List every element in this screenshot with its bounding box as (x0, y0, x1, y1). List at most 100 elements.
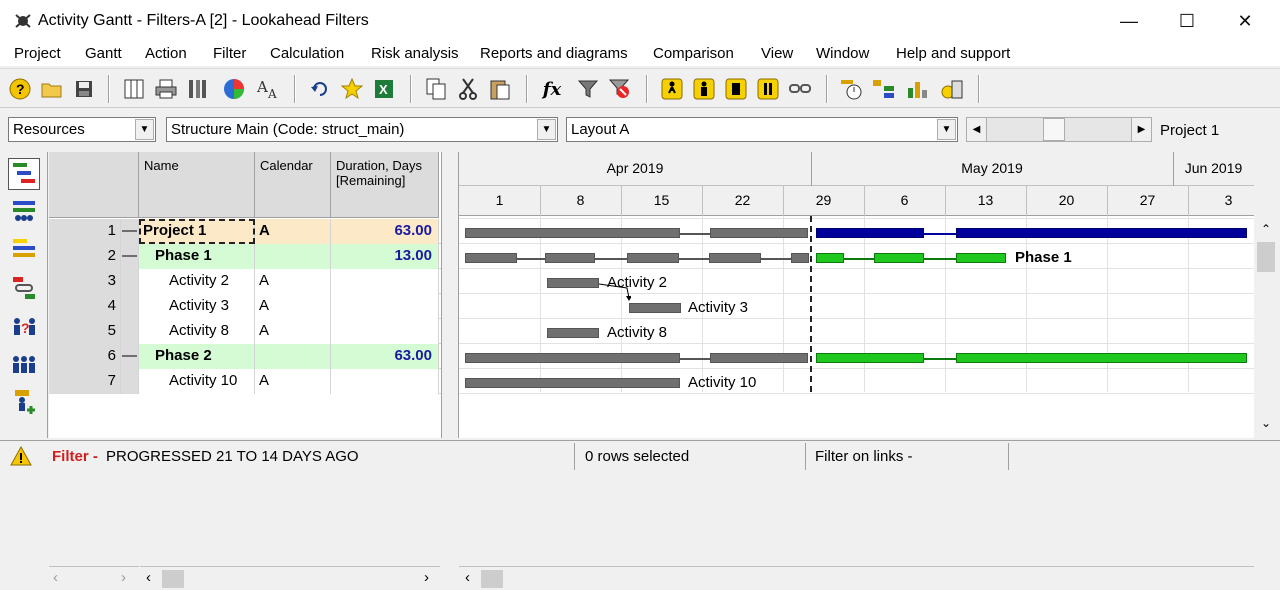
copy-icon[interactable] (424, 77, 448, 101)
help-icon[interactable]: ? (8, 77, 32, 101)
scroll-thumb[interactable] (1043, 118, 1065, 141)
row-duration[interactable]: 63.00 (331, 344, 439, 369)
scroll-thumb[interactable] (481, 570, 503, 588)
table-row[interactable]: 5 Activity 8A (49, 319, 441, 344)
row-name[interactable]: Phase 1 (139, 244, 255, 269)
menu-action[interactable]: Action (145, 45, 187, 62)
gantt-bar-phase2-remaining[interactable] (816, 353, 924, 363)
gantt-bar-phase1-remaining[interactable] (874, 253, 924, 263)
gantt-bar-phase2-remaining[interactable] (956, 353, 1247, 363)
row-duration[interactable]: 63.00 (331, 219, 439, 244)
gantt-bar-project-remaining-1[interactable] (816, 228, 924, 238)
row-name[interactable]: Activity 3 (139, 294, 255, 319)
row-collapse-toggle[interactable]: — (121, 344, 139, 369)
gantt-bar-phase1-remaining[interactable] (956, 253, 1006, 263)
resource-question-icon[interactable]: ? (8, 310, 40, 342)
gantt-bar-phase1-progress[interactable] (465, 253, 517, 263)
schedule-icon[interactable] (840, 77, 864, 101)
scroll-left-icon[interactable]: ‹ (53, 569, 58, 586)
grid-hscroll[interactable]: ‹ › (140, 566, 440, 590)
row-collapse-toggle[interactable] (121, 369, 139, 394)
scroll-right-icon[interactable]: › (424, 569, 429, 586)
row-calendar[interactable] (255, 244, 331, 269)
gantt-bar-project-progress-1[interactable] (465, 228, 680, 238)
resource-view-icon[interactable] (8, 196, 40, 228)
row-duration[interactable] (331, 369, 439, 394)
row-number[interactable]: 7 (49, 369, 121, 394)
clear-filter-icon[interactable] (608, 77, 632, 101)
gantt-bar-activity-10[interactable] (465, 378, 680, 388)
grid-hscroll-left[interactable]: ‹ › (49, 566, 139, 590)
row-name[interactable]: Phase 2 (139, 344, 255, 369)
gantt-vscroll[interactable]: ⌃ ⌄ (1254, 218, 1280, 438)
row-calendar[interactable]: A (255, 319, 331, 344)
row-number[interactable]: 3 (49, 269, 121, 294)
undo-icon[interactable] (308, 77, 332, 101)
row-collapse-toggle[interactable] (121, 319, 139, 344)
paste-icon[interactable] (488, 77, 512, 101)
row-collapse-toggle[interactable]: — (121, 219, 139, 244)
save-icon[interactable] (72, 77, 96, 101)
cost-icon[interactable] (940, 77, 964, 101)
row-name[interactable]: Activity 10 (139, 369, 255, 394)
table-row[interactable]: 2— Phase 1 13.00 (49, 244, 441, 269)
table-icon[interactable] (122, 77, 146, 101)
scroll-left-icon[interactable]: ‹ (465, 569, 470, 586)
hierarchy-icon[interactable] (872, 77, 896, 101)
duration-column-header[interactable]: Duration, Days [Remaining] (331, 152, 439, 218)
row-calendar[interactable] (255, 344, 331, 369)
row-duration[interactable]: 13.00 (331, 244, 439, 269)
tools-icon[interactable] (186, 77, 210, 101)
resource-chart-icon[interactable] (906, 77, 930, 101)
gantt-bar-phase1-progress[interactable] (709, 253, 761, 263)
scroll-up-icon[interactable]: ⌃ (1261, 222, 1271, 236)
excel-icon[interactable]: X (372, 77, 396, 101)
gantt-bar-phase1-progress[interactable] (791, 253, 809, 263)
menu-help[interactable]: Help and support (896, 45, 1010, 62)
table-row[interactable]: 3 Activity 2A (49, 269, 441, 294)
project-scrollbar[interactable]: ◀ ▶ (966, 117, 1152, 142)
gantt-bar-phase2-progress[interactable] (465, 353, 680, 363)
row-number[interactable]: 2 (49, 244, 121, 269)
row-name[interactable]: Activity 8 (139, 319, 255, 344)
function-icon[interactable]: fx (540, 77, 564, 101)
row-number[interactable]: 5 (49, 319, 121, 344)
scroll-right-icon[interactable]: ▶ (1131, 118, 1151, 141)
gantt-view-icon[interactable] (8, 158, 40, 190)
gantt-bar-phase1-progress[interactable] (545, 253, 595, 263)
row-name[interactable]: Project 1 (139, 219, 255, 244)
menu-reports[interactable]: Reports and diagrams (480, 45, 628, 62)
maximize-button[interactable]: ☐ (1160, 0, 1214, 42)
row-collapse-toggle[interactable]: — (121, 244, 139, 269)
pane-splitter[interactable] (441, 152, 459, 438)
layout-dropdown[interactable]: Layout A ▼ (566, 117, 958, 142)
row-name[interactable]: Activity 2 (139, 269, 255, 294)
cut-icon[interactable] (456, 77, 480, 101)
person-pause-icon[interactable] (724, 77, 748, 101)
filter-icon[interactable] (576, 77, 600, 101)
row-duration[interactable] (331, 294, 439, 319)
scroll-down-icon[interactable]: ⌄ (1261, 416, 1271, 430)
menu-filter[interactable]: Filter (213, 45, 246, 62)
table-row[interactable]: 7 Activity 10 A (49, 369, 441, 394)
row-number[interactable]: 4 (49, 294, 121, 319)
table-row[interactable]: 4 Activity 3A (49, 294, 441, 319)
gantt-bar-project-progress-2[interactable] (710, 228, 808, 238)
row-number[interactable]: 1 (49, 219, 121, 244)
menu-gantt[interactable]: Gantt (85, 45, 122, 62)
menu-view[interactable]: View (761, 45, 793, 62)
structure-dropdown[interactable]: Structure Main (Code: struct_main) ▼ (166, 117, 558, 142)
star-icon[interactable] (340, 77, 364, 101)
row-calendar[interactable]: A (255, 294, 331, 319)
chevron-down-icon[interactable]: ▼ (937, 119, 956, 140)
schedule-table-icon[interactable] (8, 234, 40, 266)
minimize-button[interactable]: — (1102, 0, 1156, 42)
gantt-bar-activity-2[interactable] (547, 278, 599, 288)
row-calendar[interactable]: A (255, 219, 331, 244)
calendar-column-header[interactable]: Calendar (255, 152, 331, 218)
row-calendar[interactable]: A (255, 269, 331, 294)
row-collapse-toggle[interactable] (121, 294, 139, 319)
menu-risk-analysis[interactable]: Risk analysis (371, 45, 459, 62)
scroll-left-icon[interactable]: ◀ (967, 118, 987, 141)
resources-dropdown[interactable]: Resources ▼ (8, 117, 156, 142)
